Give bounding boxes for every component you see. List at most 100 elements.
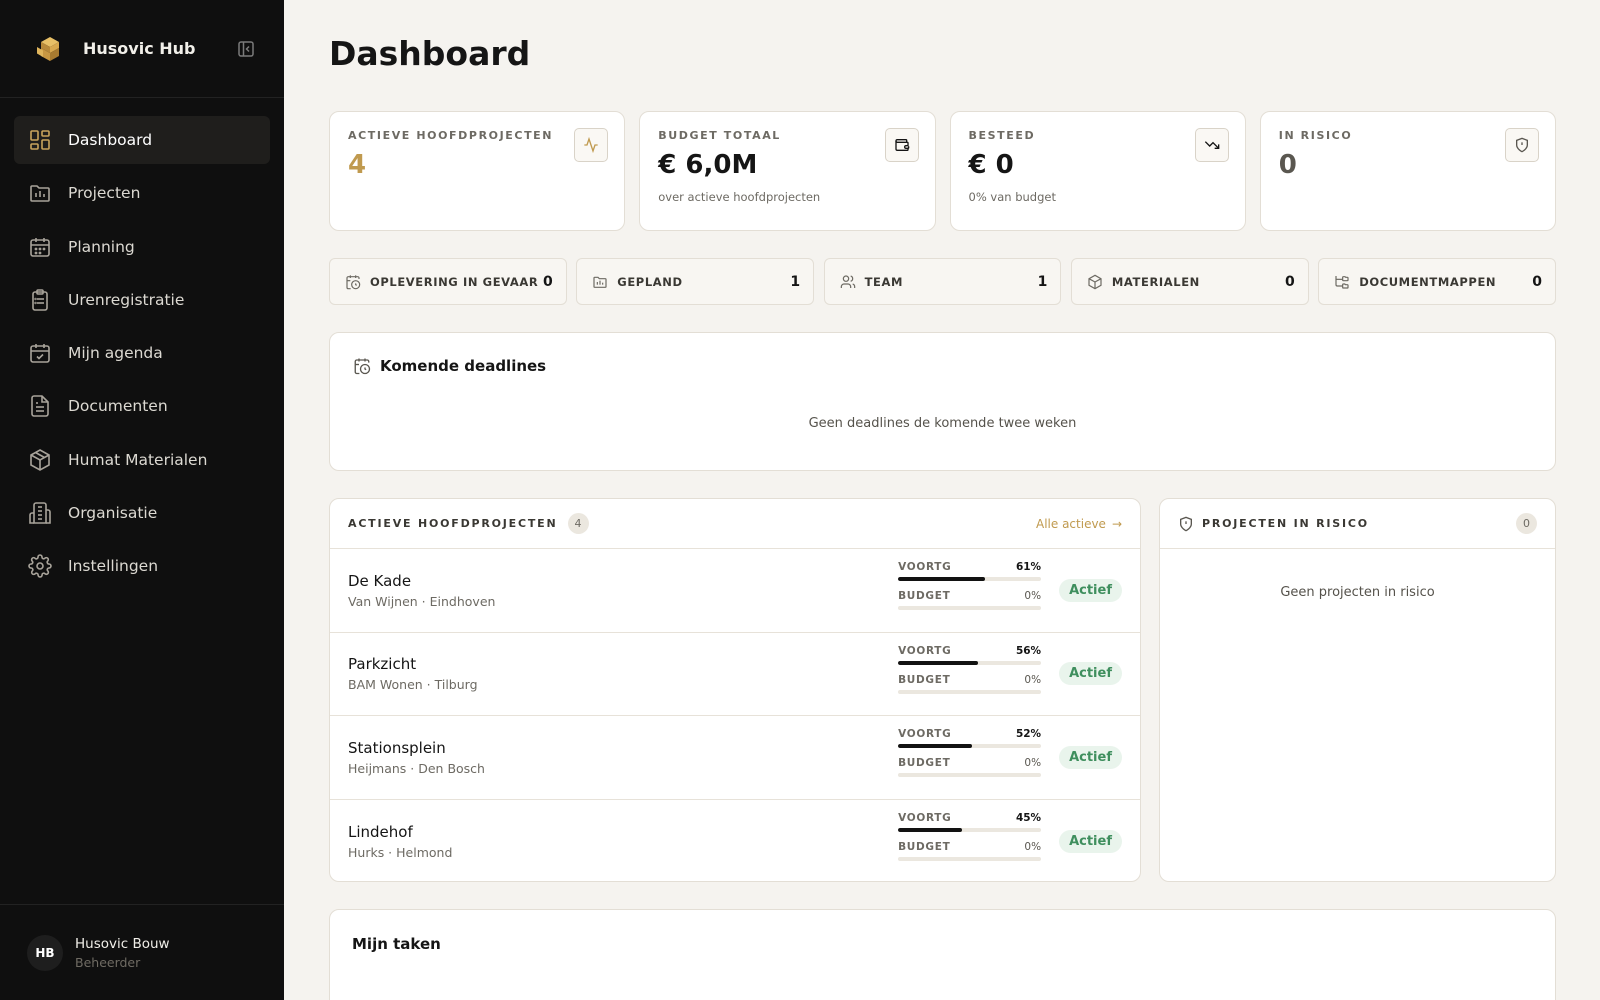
budget-value: 0% — [1024, 673, 1042, 686]
budget-value: 0% — [1024, 590, 1042, 603]
active-projects-count: 4 — [567, 513, 589, 534]
user-role: Beheerder — [75, 954, 141, 970]
kpi-value: 0 — [1278, 150, 1297, 180]
progress-label: VOORTG — [898, 812, 952, 825]
kpi-row: Actieve hoofdprojecten 4 Budget totaal €… — [329, 111, 1556, 231]
progress-track — [898, 744, 1042, 749]
sidebar-item-dashboard[interactable]: Dashboard — [14, 116, 270, 164]
project-row[interactable]: Stationsplein Heijmans · Den Bosch VOORT… — [330, 716, 1140, 800]
project-row[interactable]: De Kade Van Wijnen · Eindhoven VOORTG 61%… — [330, 549, 1140, 633]
kpi-label: Besteed — [968, 129, 1036, 142]
progress-value: 52% — [1015, 728, 1042, 741]
sidebar-item-planning[interactable]: Planning — [14, 223, 270, 271]
all-active-link[interactable]: Alle actieve → — [1036, 517, 1122, 531]
sidebar-item-projecten[interactable]: Projecten — [14, 169, 270, 217]
stat-label: MATERIALEN — [1111, 274, 1200, 289]
sidebar-item-mijn-agenda[interactable]: Mijn agenda — [14, 329, 270, 377]
progress-label: VOORTG — [898, 644, 952, 657]
project-name: De Kade — [348, 571, 412, 590]
project-meta: Heijmans · Den Bosch — [348, 760, 485, 776]
stat-value: 0 — [543, 273, 553, 290]
kpi-label: Actieve hoofdprojecten — [348, 129, 554, 142]
progress-value: 56% — [1015, 644, 1042, 657]
progress-track — [898, 660, 1042, 665]
all-active-link-label: Alle actieve — [1036, 516, 1106, 531]
sidebar-nav: Dashboard Projecten Planning Urenregistr… — [0, 98, 284, 590]
status-badge: Actief — [1059, 829, 1122, 853]
building-icon — [29, 502, 51, 524]
project-name: Parkzicht — [348, 655, 417, 674]
stat-value: 1 — [1037, 273, 1048, 290]
budget-label: BUDGET — [898, 673, 951, 686]
project-row[interactable]: Parkzicht BAM Wonen · Tilburg VOORTG 56% … — [330, 633, 1140, 716]
sidebar-item-documenten[interactable]: Documenten — [14, 382, 270, 430]
kpi-card-active-projects: Actieve hoofdprojecten 4 — [329, 111, 626, 231]
calendar-clock-icon — [354, 358, 371, 375]
sidebar-item-label: Projecten — [68, 184, 141, 203]
sidebar-item-label: Dashboard — [68, 131, 153, 149]
sidebar-item-label: Humat Materialen — [68, 450, 208, 469]
users-icon — [840, 274, 855, 288]
settings-icon — [28, 554, 52, 579]
calendar-check-icon — [30, 344, 50, 363]
avatar: HB — [27, 934, 63, 971]
calendar-clock-icon — [346, 274, 361, 289]
risk-count: 0 — [1516, 513, 1537, 534]
sidebar-item-label: Organisatie — [68, 504, 158, 523]
budget-track — [898, 773, 1042, 778]
progress-bar — [898, 828, 963, 833]
risk-empty-message: Geen projecten in risico — [1280, 585, 1435, 600]
kpi-value: 4 — [348, 150, 367, 180]
budget-value: 0% — [1024, 757, 1042, 770]
status-badge: Actief — [1059, 578, 1122, 602]
sidebar-item-instellingen[interactable]: Instellingen — [14, 542, 270, 590]
stat-label: OPLEVERING IN GEVAAR — [370, 274, 539, 289]
progress-bar — [898, 744, 973, 749]
budget-label: BUDGET — [898, 590, 951, 603]
stat-team[interactable]: TEAM 1 — [823, 258, 1062, 305]
stat-planned[interactable]: GEPLAND 1 — [576, 258, 815, 305]
project-name: Lindehof — [348, 822, 413, 841]
kpi-sub: over actieve hoofdprojecten — [658, 190, 821, 204]
sidebar-item-organisatie[interactable]: Organisatie — [14, 489, 270, 537]
kpi-label: Budget totaal — [658, 129, 781, 142]
project-row[interactable]: Lindehof Hurks · Helmond VOORTG 45% BUDGE… — [330, 800, 1140, 882]
tasks-title: Mijn taken — [352, 935, 441, 953]
sidebar: Husovic Hub Dashboard Projecten Planning… — [0, 0, 284, 1000]
app-name: Husovic Hub — [83, 39, 196, 58]
stat-label: GEPLAND — [617, 274, 683, 289]
arrow-right-icon: → — [1111, 516, 1122, 531]
calendar-icon — [30, 237, 50, 257]
stat-label: TEAM — [864, 274, 904, 289]
sidebar-item-humat-materialen[interactable]: Humat Materialen — [14, 436, 270, 484]
sidebar-collapse-icon[interactable] — [236, 39, 256, 59]
project-meta: BAM Wonen · Tilburg — [348, 677, 478, 693]
sidebar-item-urenregistratie[interactable]: Urenregistratie — [14, 276, 270, 324]
sidebar-item-label: Planning — [68, 237, 135, 256]
page-title: Dashboard — [329, 34, 531, 73]
user-name: Husovic Bouw — [75, 935, 170, 952]
progress-value: 45% — [1015, 812, 1042, 825]
kpi-sub: 0% van budget — [968, 190, 1056, 204]
user-profile[interactable]: HB Husovic Bouw Beheerder — [0, 904, 284, 1000]
status-badge: Actief — [1059, 662, 1122, 686]
folder-tree-icon — [1335, 275, 1349, 289]
kpi-value: € 0 — [968, 150, 1014, 180]
stat-materials[interactable]: MATERIALEN 0 — [1070, 258, 1309, 305]
budget-label: BUDGET — [898, 757, 951, 770]
stat-document-folders[interactable]: DOCUMENTMAPPEN 0 — [1318, 258, 1556, 305]
project-name: Stationsplein — [348, 738, 446, 757]
shield-alert-icon — [1180, 516, 1192, 531]
package-icon — [30, 448, 50, 471]
budget-track — [898, 689, 1042, 694]
file-text-icon — [31, 395, 49, 418]
project-list: De Kade Van Wijnen · Eindhoven VOORTG 61%… — [330, 549, 1140, 882]
budget-track — [898, 606, 1042, 611]
project-meta: Hurks · Helmond — [348, 844, 453, 860]
stat-delivery-at-risk[interactable]: OPLEVERING IN GEVAAR 0 — [329, 258, 567, 305]
sidebar-item-label: Urenregistratie — [68, 290, 185, 309]
progress-label: VOORTG — [898, 728, 952, 741]
kpi-value: € 6,0M — [658, 150, 758, 180]
stat-value: 0 — [1532, 273, 1542, 290]
folder-chart-icon — [30, 185, 50, 203]
